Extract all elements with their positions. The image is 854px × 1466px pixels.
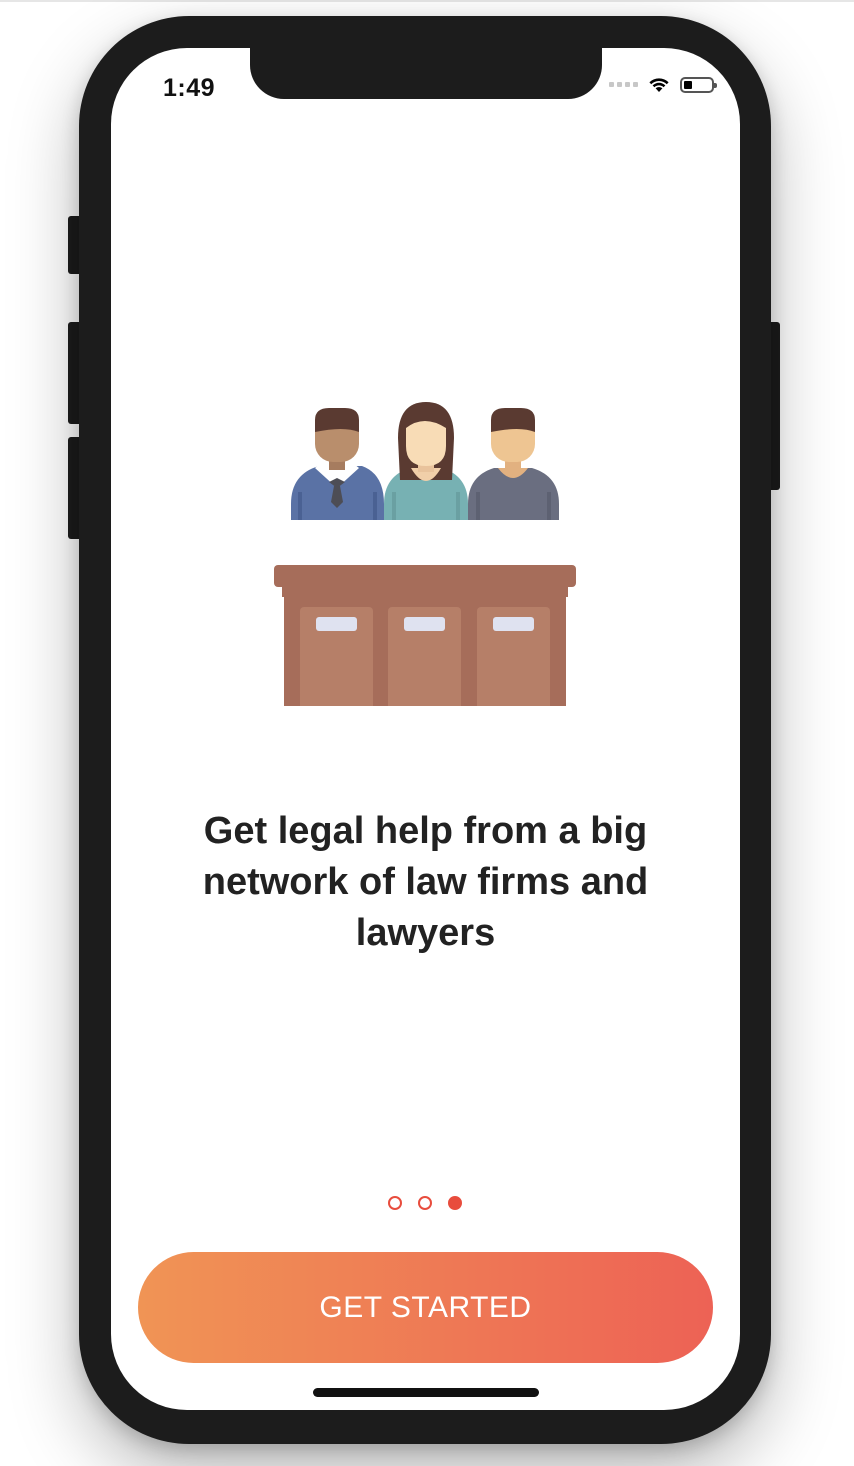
wifi-icon (648, 76, 670, 93)
page-indicator (388, 1196, 462, 1210)
signal-icon (609, 82, 638, 87)
window-top-edge (0, 0, 854, 2)
page-dot-3-active[interactable] (448, 1196, 462, 1210)
home-indicator[interactable] (313, 1388, 539, 1397)
get-started-button[interactable]: GET STARTED (138, 1252, 713, 1363)
onboarding-headline: Get legal help from a big network of law… (202, 810, 649, 954)
status-time: 1:49 (163, 74, 216, 102)
page-dot-2[interactable] (418, 1196, 432, 1210)
notch (250, 48, 602, 99)
battery-icon (680, 76, 717, 93)
status-icons (609, 76, 717, 93)
page-dot-1[interactable] (388, 1196, 402, 1210)
phone-screen: 1:49 Get legal help from a big network o… (111, 48, 740, 1410)
jury-box-illustration (274, 402, 578, 752)
